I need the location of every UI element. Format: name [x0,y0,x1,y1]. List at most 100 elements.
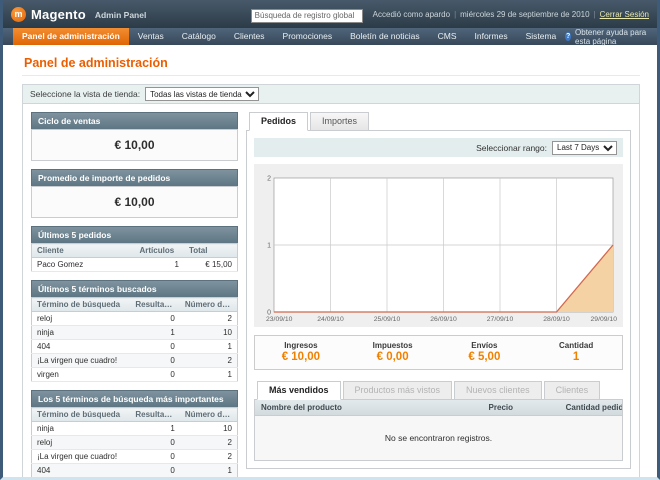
last-orders-table: ClienteArtículosTotalPaco Gomez1€ 15,00 [31,243,238,272]
card-title: Los 5 términos de búsqueda más important… [31,390,238,407]
magento-admin-window: m Magento Admin Panel Accedió como apard… [0,0,660,480]
cell: 404 [32,464,131,478]
cell: 10 [180,326,238,340]
cell: 1 [135,258,184,272]
table-row[interactable]: reloj02 [32,312,238,326]
global-search-input[interactable] [251,9,363,23]
logged-in-as: Accedió como apardo [373,10,450,19]
table-row[interactable]: 40401 [32,464,238,478]
average-orders-card: Promedio de importe de pedidos € 10,00 [31,169,238,218]
svg-text:29/09/10: 29/09/10 [591,316,618,323]
totals-bar: Ingresos€ 10,00Impuestos€ 0,00Envíos€ 5,… [254,335,623,370]
col-numero-de-usos: Número de usos [180,408,238,422]
table-row[interactable]: Paco Gomez1€ 15,00 [32,258,238,272]
cell: 1 [180,368,238,382]
svg-text:1: 1 [267,243,271,250]
nav-item-boletin-de-noticias[interactable]: Boletín de noticias [341,28,428,45]
store-view-label: Seleccione la vista de tienda: [30,89,140,99]
logo-title: Magento [31,7,86,22]
help-link[interactable]: ? Obtener ayuda para esta página [565,28,657,45]
col-price: Precio [483,400,560,416]
table-row[interactable]: ninja110 [32,422,238,436]
orders-panel: Seleccionar rango: Last 7 Days 01223/09/… [246,130,631,469]
cell: 1 [130,422,179,436]
global-search [251,5,363,23]
cell: 1 [130,326,179,340]
nav-item-promociones[interactable]: Promociones [274,28,342,45]
col-qty: Cantidad pedida [560,400,622,416]
nav-item-clientes[interactable]: Clientes [225,28,274,45]
products-table-wrap: Nombre del producto Precio Cantidad pedi… [254,399,623,461]
lifetime-sales-card: Ciclo de ventas € 10,00 [31,112,238,161]
last-orders-card: Últimos 5 pedidos ClienteArtículosTotalP… [31,226,238,272]
magento-logo-icon: m [11,7,26,22]
nav-item-catalogo[interactable]: Catálogo [173,28,225,45]
stat-value: € 10,00 [255,351,347,363]
tab-mas-vendidos[interactable]: Más vendidos [257,381,341,400]
cell: virgen [32,368,131,382]
stat-value: 1 [530,351,622,363]
cell: 2 [180,436,238,450]
table-row[interactable]: virgen01 [32,368,238,382]
table-row[interactable]: ninja110 [32,326,238,340]
stat-impuestos: Impuestos€ 0,00 [347,341,439,363]
cell: 2 [180,354,238,368]
cell: 0 [130,436,179,450]
logout-link[interactable]: Cerrar Sesión [600,10,649,19]
current-date: miércoles 29 de septiembre de 2010 [460,10,589,19]
table-row[interactable]: ¡La virgen que cuadro!02 [32,354,238,368]
page-title: Panel de administración [22,52,640,76]
table-row[interactable]: reloj02 [32,436,238,450]
svg-text:26/09/10: 26/09/10 [430,316,457,323]
tab-nuevos-clientes: Nuevos clientes [454,381,542,400]
help-icon: ? [565,32,571,41]
nav-item-sistema[interactable]: Sistema [517,28,566,45]
cell: 10 [180,422,238,436]
nav-item-informes[interactable]: Informes [466,28,517,45]
range-bar: Seleccionar rango: Last 7 Days [254,138,623,157]
cell: ¡La virgen que cuadro! [32,354,131,368]
cell: 1 [180,464,238,478]
main-nav: Panel de administraciónVentasCatálogoCli… [3,28,657,45]
stat-label: Impuestos [347,341,439,350]
bottom-tabs: Más vendidosProductos más vistosNuevos c… [254,381,623,399]
left-column: Ciclo de ventas € 10,00 Promedio de impo… [31,112,238,480]
range-select[interactable]: Last 7 Days [552,141,617,155]
col-numero-de-usos: Número de usos [180,298,238,312]
logo-subtitle: Admin Panel [95,10,146,20]
separator: | [594,10,596,19]
nav-item-ventas[interactable]: Ventas [129,28,173,45]
table-row[interactable]: 40401 [32,340,238,354]
products-table: Nombre del producto Precio Cantidad pedi… [255,400,622,460]
tab-pedidos[interactable]: Pedidos [249,112,308,131]
card-title: Últimos 5 pedidos [31,226,238,243]
dashboard: Ciclo de ventas € 10,00 Promedio de impo… [23,104,639,480]
cell: Paco Gomez [32,258,135,272]
header-meta: Accedió como apardo | miércoles 29 de se… [373,10,649,19]
cell: ninja [32,326,131,340]
store-view-bar: Seleccione la vista de tienda: Todas las… [23,85,639,104]
nav-item-cms[interactable]: CMS [429,28,466,45]
store-view-select[interactable]: Todas las vistas de tienda [145,87,259,101]
col-termino-de-busqueda: Término de búsqueda [32,408,131,422]
col-product-name: Nombre del producto [255,400,483,416]
svg-text:25/09/10: 25/09/10 [374,316,401,323]
col-cliente: Cliente [32,244,135,258]
table-row[interactable]: ¡La virgen que cuadro!02 [32,450,238,464]
cell: 1 [180,340,238,354]
stat-value: € 0,00 [347,351,439,363]
col-resultados: Resultados [130,408,179,422]
tab-productos-mas-vistos: Productos más vistos [343,381,453,400]
stat-label: Envíos [439,341,531,350]
top-search-terms-table: Término de búsquedaResultadosNúmero de u… [31,407,238,480]
nav-menu: Panel de administraciónVentasCatálogoCli… [13,28,565,45]
empty-message: No se encontraron registros. [255,416,622,461]
cell: reloj [32,312,131,326]
cell: ¡La virgen que cuadro! [32,450,131,464]
separator: | [454,10,456,19]
tab-importes[interactable]: Importes [310,112,369,131]
stat-envios: Envíos€ 5,00 [439,341,531,363]
cell: 0 [130,450,179,464]
orders-amounts-tabs: PedidosImportes [246,112,631,130]
nav-item-panel-de-administracion[interactable]: Panel de administración [13,28,129,45]
